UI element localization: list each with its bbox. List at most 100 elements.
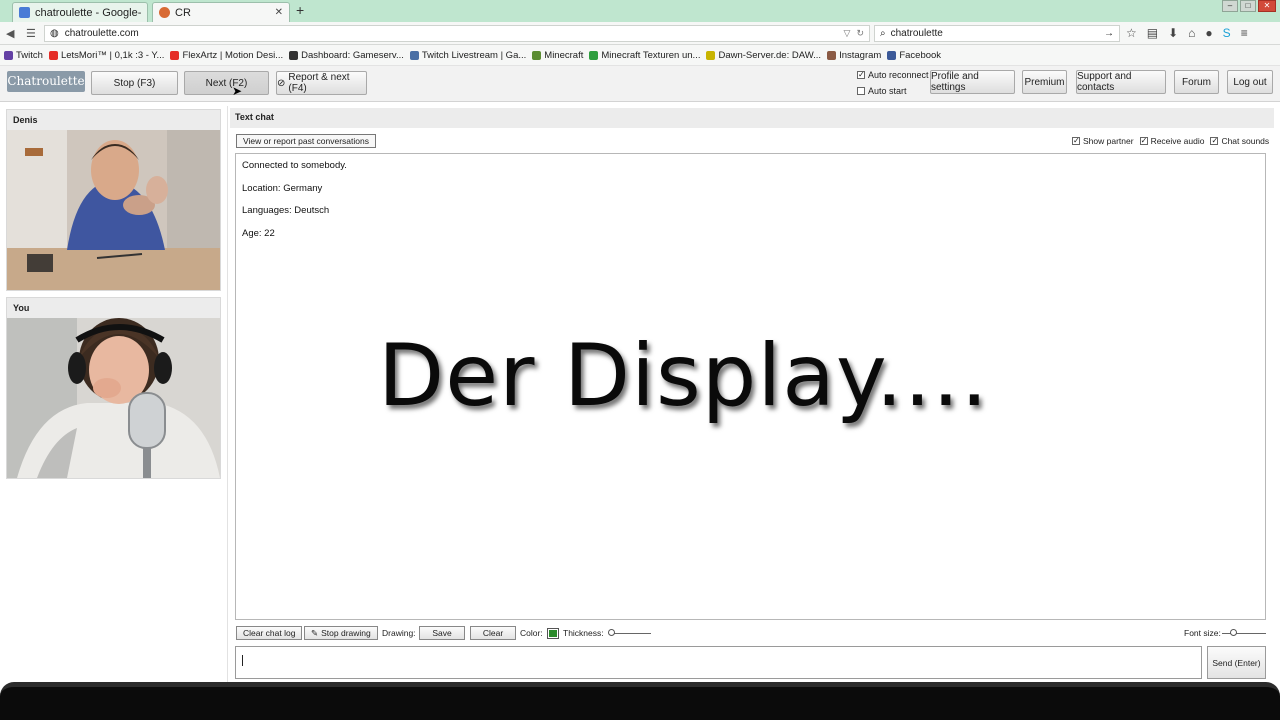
bookmark-item[interactable]: Minecraft Texturen un... xyxy=(589,50,700,61)
profile-settings-button[interactable]: Profile and settings xyxy=(930,70,1015,94)
star-icon[interactable]: ☆ xyxy=(1126,26,1137,40)
auto-reconnect-label: Auto reconnect xyxy=(868,70,929,80)
bookmark-icon xyxy=(706,50,716,60)
bookmark-item[interactable]: Dashboard: Gameserv... xyxy=(289,50,404,61)
receive-audio-checkbox[interactable]: ✓ Receive audio xyxy=(1139,136,1205,146)
partner-video-panel: Denis xyxy=(6,109,221,291)
chatroulette-icon xyxy=(159,7,170,18)
mouse-cursor-icon: ➤ xyxy=(232,84,243,98)
font-size-label: Font size: xyxy=(1184,628,1221,638)
stop-button[interactable]: Stop (F3) xyxy=(91,71,178,95)
close-icon[interactable]: ✕ xyxy=(275,7,283,18)
view-past-conversations-button[interactable]: View or report past conversations xyxy=(236,134,376,148)
chat-bubble-icon[interactable]: ● xyxy=(1205,26,1212,40)
bookmark-item[interactable]: FlexArtz | Motion Desi... xyxy=(170,50,283,61)
url-bar[interactable]: ◍ chatroulette.com ▽ ↻ xyxy=(44,25,870,42)
partner-video xyxy=(7,130,220,290)
bookmark-item[interactable]: LetsMori™ | 0,1k :3 - Y... xyxy=(48,50,164,61)
auto-reconnect-checkbox[interactable]: ✓ Auto reconnect xyxy=(857,70,929,80)
skype-icon[interactable]: S xyxy=(1223,26,1231,40)
chat-message: Connected to somebody. xyxy=(242,160,347,171)
chat-sounds-label: Chat sounds xyxy=(1221,136,1270,146)
bookmark-item[interactable]: Dawn-Server.de: DAW... xyxy=(706,50,821,61)
search-icon: ⌕ xyxy=(880,28,886,39)
bookmark-item[interactable]: Twitch Livestream | Ga... xyxy=(409,50,526,61)
checkbox-checked-icon: ✓ xyxy=(857,70,865,79)
save-drawing-button[interactable]: Save xyxy=(419,626,465,640)
report-next-button[interactable]: ⊘ Report & next (F4) xyxy=(276,71,367,95)
bookmark-item[interactable]: Facebook xyxy=(887,50,941,61)
bookmark-icon xyxy=(887,50,897,60)
chat-options: ✓ Show partner ✓ Receive audio ✓ Chat so… xyxy=(1072,136,1269,146)
report-next-label: Report & next (F4) xyxy=(288,72,350,94)
color-picker[interactable] xyxy=(547,628,559,639)
bookmark-icon xyxy=(170,50,180,60)
receive-audio-label: Receive audio xyxy=(1150,136,1205,146)
logout-button[interactable]: Log out xyxy=(1227,70,1273,94)
show-partner-checkbox[interactable]: ✓ Show partner xyxy=(1072,136,1134,146)
clear-drawing-button[interactable]: Clear xyxy=(470,626,516,640)
send-button[interactable]: Send (Enter) xyxy=(1207,646,1266,679)
self-name: You xyxy=(7,298,220,318)
browser-toolbar-icons: ☆ ▤ ⬇ ⌂ ● S ≡ xyxy=(1126,26,1248,40)
premium-button[interactable]: Premium xyxy=(1022,70,1067,94)
next-button[interactable]: Next (F2) xyxy=(184,71,269,95)
tab-chatroulette[interactable]: CR ✕ xyxy=(152,2,290,22)
text-chat-title: Text chat xyxy=(235,112,274,122)
auto-start-checkbox[interactable]: Auto start xyxy=(857,86,907,96)
bookmark-label: FlexArtz | Motion Desi... xyxy=(182,49,284,61)
stop-drawing-button[interactable]: ✎ Stop drawing xyxy=(304,626,378,640)
search-input[interactable]: chatroulette xyxy=(891,28,1099,39)
self-video-panel: You xyxy=(6,297,221,479)
chatroulette-logo[interactable]: Chatroulette xyxy=(7,71,85,92)
font-size-slider-thumb[interactable] xyxy=(1230,629,1237,636)
bookmark-item[interactable]: Minecraft xyxy=(532,50,583,61)
bookmark-label: Twitch xyxy=(16,49,43,61)
new-tab-button[interactable]: + xyxy=(296,2,304,18)
bookmark-icon xyxy=(4,50,13,60)
menu-list-icon[interactable]: ☰ xyxy=(26,27,36,40)
tab-title: CR xyxy=(175,6,191,19)
drawing-label: Drawing: xyxy=(382,628,416,638)
globe-icon: ◍ xyxy=(50,28,59,39)
bookmark-item[interactable]: Instagram xyxy=(827,50,881,61)
reload-icon[interactable]: ↻ xyxy=(856,28,864,39)
home-icon[interactable]: ⌂ xyxy=(1188,26,1195,40)
color-label: Color: xyxy=(520,628,543,638)
bookmarks-bar: Twitch LetsMori™ | 0,1k :3 - Y... FlexArtz… xyxy=(0,45,1280,66)
forum-button[interactable]: Forum xyxy=(1174,70,1219,94)
chat-sounds-checkbox[interactable]: ✓ Chat sounds xyxy=(1210,136,1269,146)
text-caret xyxy=(242,655,243,666)
bookmark-item[interactable]: Twitch xyxy=(4,50,43,61)
maximize-icon[interactable]: □ xyxy=(1240,0,1256,12)
pencil-icon: ✎ xyxy=(311,628,319,638)
clear-chat-log-button[interactable]: Clear chat log xyxy=(236,626,303,640)
minimize-icon[interactable]: – xyxy=(1222,0,1238,12)
message-input[interactable] xyxy=(235,646,1202,679)
report-icon: ⊘ xyxy=(277,77,286,89)
navigation-bar: ◀ ☰ ◍ chatroulette.com ▽ ↻ ⌕ chatroulett… xyxy=(0,22,1280,45)
search-bar[interactable]: ⌕ chatroulette → xyxy=(874,25,1120,42)
self-video xyxy=(7,318,220,478)
chatroulette-header: Chatroulette Stop (F3) Next (F2) ⊘ Repor… xyxy=(0,66,1280,102)
dropdown-arrow-icon[interactable]: ▽ xyxy=(844,28,851,39)
back-icon[interactable]: ◀ xyxy=(6,27,14,40)
support-contacts-button[interactable]: Support and contacts xyxy=(1076,70,1166,94)
thickness-slider-track[interactable] xyxy=(609,633,651,634)
monitor-bezel xyxy=(0,682,1280,720)
tab-google-search[interactable]: chatroulette - Google-Suche xyxy=(12,2,148,22)
bookmark-icon xyxy=(532,50,542,60)
thickness-slider-thumb[interactable] xyxy=(608,629,615,636)
font-size-slider-track[interactable] xyxy=(1222,633,1266,634)
bookmark-label: Dawn-Server.de: DAW... xyxy=(718,49,822,61)
search-go-icon[interactable]: → xyxy=(1104,28,1114,39)
thickness-label: Thickness: xyxy=(563,628,604,638)
color-swatch-fill xyxy=(549,630,557,637)
hamburger-menu-icon[interactable]: ≡ xyxy=(1241,26,1248,40)
window-close-icon[interactable]: ✕ xyxy=(1258,0,1276,12)
video-overlay-caption: Der Display.... xyxy=(378,326,989,426)
chat-message: Age: 22 xyxy=(242,228,275,239)
clipboard-icon[interactable]: ▤ xyxy=(1147,26,1158,40)
download-icon[interactable]: ⬇ xyxy=(1168,26,1178,40)
window-controls: – □ ✕ xyxy=(1222,0,1276,12)
